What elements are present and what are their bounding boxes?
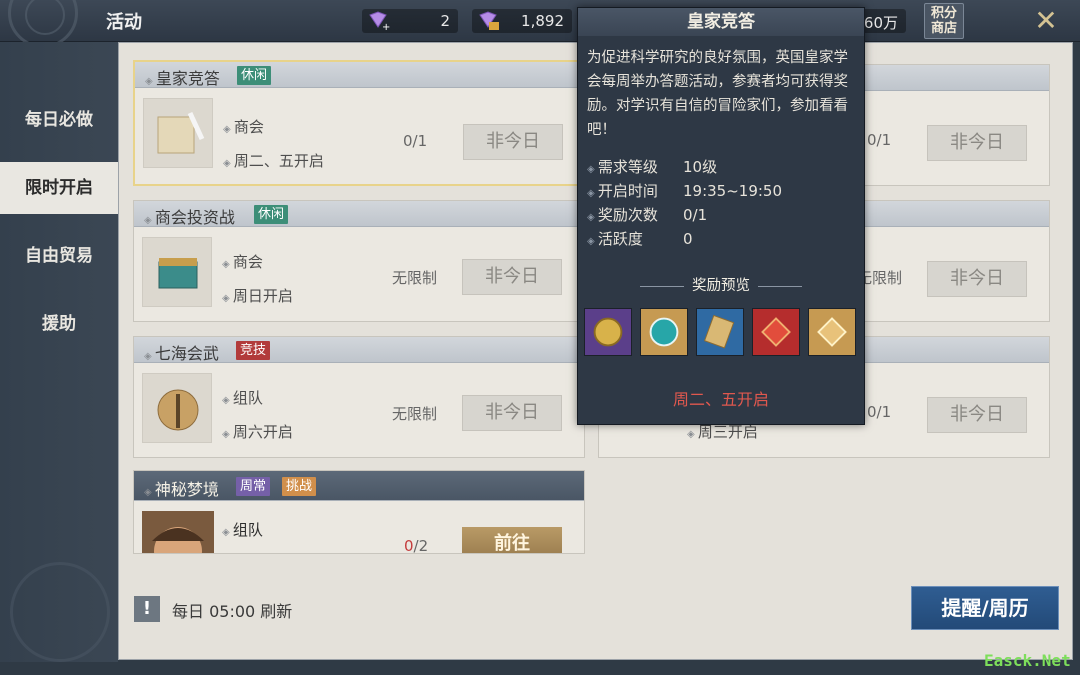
sidebar-item-daily[interactable]: 每日必做	[0, 94, 118, 146]
card-count: 无限制	[392, 405, 438, 423]
currency-diamond[interactable]: + 2	[362, 9, 458, 33]
gold-coin-reward-icon[interactable]	[584, 308, 632, 356]
close-icon[interactable]: ✕	[1030, 6, 1062, 38]
card-line-schedule: 周六开启	[222, 421, 293, 442]
card-header: 皇家竞答 休闲	[135, 62, 583, 88]
scroll-quill-icon	[143, 98, 213, 168]
card-count: 0/2	[404, 537, 429, 554]
not-today-button[interactable]: 非今日	[463, 124, 563, 160]
row-value: 0/1	[683, 206, 708, 224]
tooltip-description: 为促进科学研究的良好氛围，英国皇家学会每周举办答题活动，参赛者均可获得奖励。对学…	[587, 50, 848, 138]
not-today-button[interactable]: 非今日	[462, 395, 562, 431]
tooltip-row-level: 需求等级10级	[587, 156, 717, 177]
svg-text:+: +	[382, 22, 390, 31]
card-count: 0/1	[867, 131, 892, 149]
currency-bound-diamond[interactable]: 1,892	[472, 9, 572, 33]
activity-card-seven-seas[interactable]: 七海会武 竞技 组队 周六开启 无限制 非今日	[133, 336, 585, 458]
compass-logo-icon	[8, 0, 78, 48]
top-bar: 活动 + 2 1,892 60万 积分 商店 ✕	[0, 0, 1080, 48]
sidebar-item-assist[interactable]: 援助	[0, 298, 118, 350]
sidebar: 每日必做 限时开启 自由贸易 援助	[0, 42, 118, 662]
card-title: 商会投资战	[144, 204, 235, 228]
row-key: 活跃度	[587, 228, 683, 249]
card-title: 皇家竞答	[145, 65, 220, 89]
card-line-guild: 商会	[222, 251, 263, 272]
card-title: 神秘梦境	[144, 476, 219, 500]
card-count: 0/1	[867, 403, 892, 421]
points-shop-label-1: 积分	[930, 6, 957, 21]
tag-competitive: 竞技	[236, 341, 271, 360]
scroll-reward-icon[interactable]	[696, 308, 744, 356]
row-value: 10级	[683, 158, 718, 176]
sidebar-item-limited-time[interactable]: 限时开启	[0, 162, 118, 214]
not-today-button[interactable]: 非今日	[927, 125, 1027, 161]
card-header: 七海会武 竞技	[134, 337, 584, 363]
not-today-button[interactable]: 非今日	[927, 397, 1027, 433]
card-header: 商会投资战 休闲	[134, 201, 584, 227]
card-header: 神秘梦境 周常 挑战	[134, 471, 584, 501]
red-puzzle-reward-icon[interactable]	[752, 308, 800, 356]
card-line-schedule: 周日开启	[222, 285, 293, 306]
card-title: 七海会武	[144, 340, 219, 364]
card-line-team: 组队	[222, 387, 263, 408]
tooltip-schedule: 周二、五开启	[672, 390, 769, 409]
reward-preview-title: 奖励预览	[578, 274, 864, 295]
card-line-schedule: 周二、五开启	[223, 150, 324, 171]
row-key: 开启时间	[587, 180, 683, 201]
points-shop-label-2: 商店	[930, 21, 957, 36]
teal-gem-reward-icon[interactable]	[640, 308, 688, 356]
watermark: Easck.Net	[984, 651, 1071, 670]
remind-calendar-button[interactable]: 提醒/周历	[911, 586, 1059, 630]
treasure-chest-icon	[142, 237, 212, 307]
tag-challenge: 挑战	[282, 477, 317, 496]
activity-card-mystic-dream[interactable]: 神秘梦境 周常 挑战 组队 0/2 前往	[133, 470, 585, 554]
not-today-button[interactable]: 非今日	[462, 259, 562, 295]
refresh-info: 每日 05:00 刷新	[172, 602, 293, 621]
compass-decoration-icon	[10, 562, 110, 662]
not-today-button[interactable]: 非今日	[927, 261, 1027, 297]
page-title: 活动	[106, 12, 142, 33]
anchor-emblem-icon	[142, 373, 212, 443]
row-key: 奖励次数	[587, 204, 683, 225]
row-key: 需求等级	[587, 156, 683, 177]
tooltip-title: 皇家竞答	[578, 8, 864, 36]
gold-puzzle-reward-icon[interactable]	[808, 308, 856, 356]
activity-detail-tooltip: 皇家竞答 为促进科学研究的良好氛围，英国皇家学会每周举办答题活动，参赛者均可获得…	[577, 7, 865, 425]
tag-casual: 休闲	[254, 205, 289, 224]
card-count: 0/1	[403, 132, 428, 150]
card-line-team: 组队	[222, 519, 263, 540]
purple-gem-plus-icon: +	[369, 11, 390, 31]
currency-value: 1,892	[521, 12, 564, 30]
currency-value: 2	[440, 12, 450, 30]
warning-icon: !	[134, 596, 160, 622]
tag-weekly: 周常	[236, 477, 271, 496]
count-max: /2	[413, 537, 429, 554]
points-shop-button[interactable]: 积分 商店	[924, 3, 964, 39]
activity-card-royal-quiz[interactable]: 皇家竞答 休闲 商会 周二、五开启 0/1 非今日	[133, 60, 585, 186]
card-line-guild: 商会	[223, 116, 264, 137]
sidebar-item-free-trade[interactable]: 自由贸易	[0, 230, 118, 282]
tooltip-row-activity: 活跃度0	[587, 228, 693, 249]
tooltip-row-open-time: 开启时间19:35~19:50	[587, 180, 782, 201]
tag-casual: 休闲	[237, 66, 272, 85]
count-current: 0	[404, 537, 414, 554]
go-button[interactable]: 前往	[462, 527, 562, 553]
card-count: 无限制	[392, 269, 438, 287]
tooltip-row-reward-times: 奖励次数0/1	[587, 204, 707, 225]
purple-gem-bound-icon	[479, 11, 499, 30]
row-value: 0	[683, 230, 693, 248]
activity-card-guild-investment[interactable]: 商会投资战 休闲 商会 周日开启 无限制 非今日	[133, 200, 585, 322]
character-portrait-avatar	[142, 511, 214, 553]
row-value: 19:35~19:50	[683, 182, 783, 200]
currency-value: 60万	[863, 14, 898, 32]
